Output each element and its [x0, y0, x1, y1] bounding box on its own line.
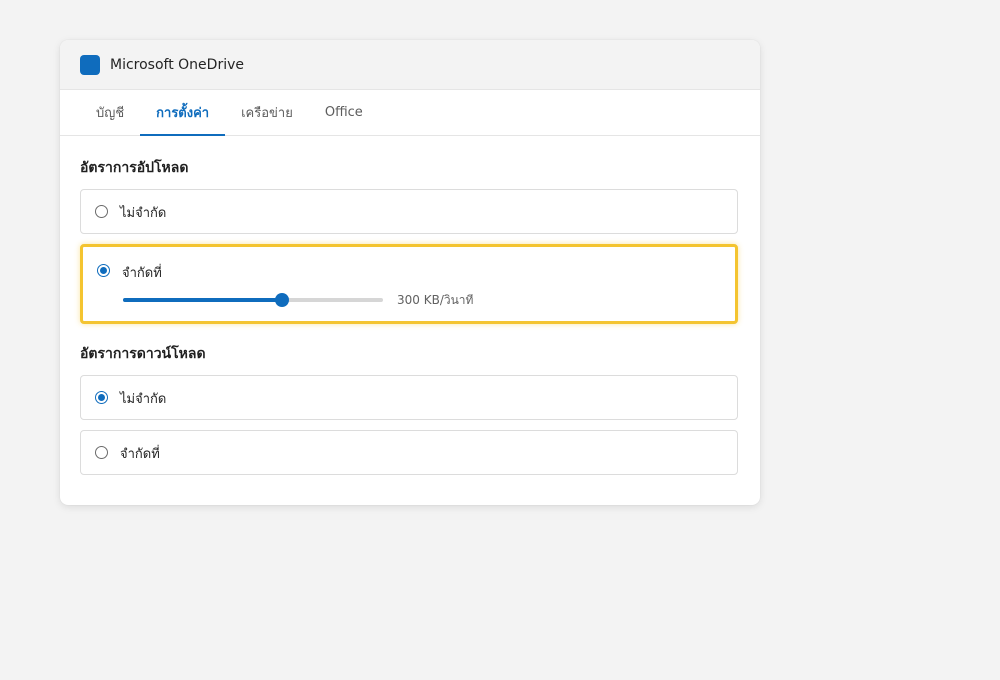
upload-limit-option[interactable]: จำกัดที่ 300 KB/วินาที	[80, 244, 738, 324]
tab-account[interactable]: บัญชี	[80, 90, 140, 135]
upload-slider-fill	[123, 298, 282, 302]
tab-network[interactable]: เครือข่าย	[225, 90, 309, 135]
upload-limit-radio[interactable]	[97, 264, 110, 277]
title-bar: Microsoft OneDrive	[60, 40, 760, 90]
upload-rate-slider[interactable]	[123, 293, 383, 307]
download-limit-label: จำกัดที่	[120, 447, 160, 462]
tab-bar: บัญชี การตั้งค่า เครือข่าย Office	[60, 90, 760, 136]
onedrive-app-icon	[80, 54, 100, 75]
upload-unlimited-option[interactable]: ไม่จำกัด	[80, 189, 738, 234]
onedrive-settings-window: Microsoft OneDrive บัญชี การตั้งค่า เครื…	[60, 40, 760, 505]
tab-office[interactable]: Office	[309, 90, 379, 135]
download-limit-radio[interactable]	[95, 446, 108, 459]
download-unlimited-option[interactable]: ไม่จำกัด	[80, 375, 738, 420]
upload-rate-value: 300 KB/วินาที	[397, 293, 474, 307]
download-unlimited-radio[interactable]	[95, 391, 108, 404]
upload-unlimited-radio[interactable]	[95, 205, 108, 218]
upload-slider-thumb[interactable]	[275, 293, 289, 307]
upload-limit-label: จำกัดที่	[122, 266, 162, 281]
download-limit-option[interactable]: จำกัดที่	[80, 430, 738, 475]
app-title: Microsoft OneDrive	[110, 56, 244, 73]
upload-unlimited-label: ไม่จำกัด	[120, 206, 167, 221]
download-unlimited-label: ไม่จำกัด	[120, 392, 167, 407]
download-rate-heading: อัตราการดาวน์โหลด	[80, 346, 206, 362]
upload-rate-heading: อัตราการอัปโหลด	[80, 160, 189, 176]
tab-settings[interactable]: การตั้งค่า	[140, 90, 226, 136]
